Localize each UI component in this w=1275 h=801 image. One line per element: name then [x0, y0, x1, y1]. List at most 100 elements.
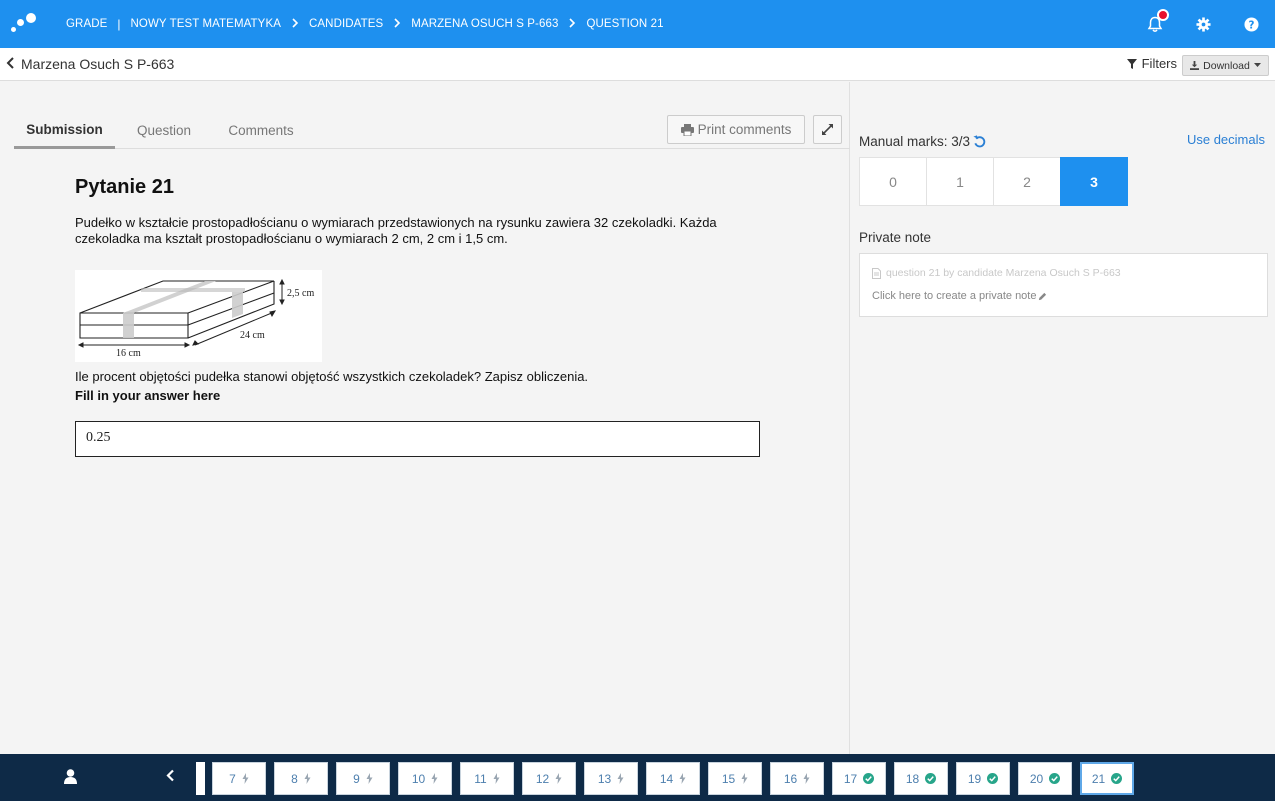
- reset-icon[interactable]: [973, 135, 986, 148]
- question-button-9[interactable]: 9: [336, 762, 390, 795]
- back-link[interactable]: Marzena Osuch S P-663: [6, 56, 174, 72]
- breadcrumb-test[interactable]: NOWY TEST MATEMATYKA: [131, 18, 281, 30]
- tab-comments[interactable]: Comments: [218, 112, 304, 149]
- check-circle-icon: [987, 773, 999, 784]
- question-button-15[interactable]: 15: [708, 762, 762, 795]
- mark-option-1[interactable]: 1: [926, 157, 994, 206]
- question-prompt: Ile procent objętości pudełka stanowi ob…: [75, 369, 589, 384]
- app-logo[interactable]: [8, 0, 48, 48]
- pencil-icon: [1039, 292, 1047, 300]
- private-note-context: question 21 by candidate Marzena Osuch S…: [872, 267, 1121, 279]
- gear-icon[interactable]: [1179, 0, 1227, 48]
- filters-label: Filters: [1141, 56, 1177, 71]
- top-icons: ?: [1131, 0, 1275, 48]
- marks-selector: 0 1 2 3: [859, 157, 1128, 206]
- breadcrumb-separator: |: [117, 17, 121, 31]
- print-comments-button[interactable]: Print comments: [667, 115, 805, 144]
- box-diagram-image: 2,5 cm 24 cm 16 cm: [75, 270, 322, 362]
- check-circle-icon: [1111, 773, 1123, 784]
- expand-button[interactable]: [813, 115, 842, 144]
- private-note-label: Private note: [859, 230, 932, 245]
- question-button-16[interactable]: 16: [770, 762, 824, 795]
- svg-text:?: ?: [1248, 19, 1254, 31]
- figure-label-height: 2,5 cm: [287, 288, 314, 299]
- mark-option-2[interactable]: 2: [993, 157, 1061, 206]
- bolt-icon: [493, 773, 500, 784]
- chevron-right-icon: [568, 17, 576, 31]
- breadcrumb-question[interactable]: QUESTION 21: [586, 18, 663, 30]
- chevron-right-icon: [393, 17, 401, 31]
- question-button-12[interactable]: 12: [522, 762, 576, 795]
- breadcrumb-grade[interactable]: GRADE: [66, 18, 107, 30]
- print-comments-label: Print comments: [697, 122, 792, 137]
- question-title: Pytanie 21: [75, 176, 174, 198]
- bolt-icon: [366, 773, 373, 784]
- bolt-icon: [679, 773, 686, 784]
- question-number: 15: [721, 771, 736, 786]
- private-note-box[interactable]: question 21 by candidate Marzena Osuch S…: [859, 253, 1268, 317]
- mark-option-0[interactable]: 0: [859, 157, 927, 206]
- filters-button[interactable]: Filters: [1126, 56, 1177, 71]
- breadcrumb-candidates[interactable]: CANDIDATES: [309, 18, 383, 30]
- bolt-icon: [555, 773, 562, 784]
- sub-header: Marzena Osuch S P-663 Filters Download: [0, 48, 1275, 81]
- chevron-left-icon: [6, 56, 15, 72]
- question-button-20[interactable]: 20: [1018, 762, 1072, 795]
- question-number: 14: [659, 771, 674, 786]
- question-button-10[interactable]: 10: [398, 762, 452, 795]
- check-circle-icon: [925, 773, 937, 784]
- question-number: 18: [905, 771, 920, 786]
- bolt-icon: [741, 773, 748, 784]
- download-button[interactable]: Download: [1182, 55, 1269, 76]
- mark-option-3[interactable]: 3: [1060, 157, 1128, 206]
- chevron-left-icon[interactable]: [166, 769, 175, 787]
- create-note-link[interactable]: Click here to create a private note: [872, 290, 1047, 302]
- question-button-8[interactable]: 8: [274, 762, 328, 795]
- check-circle-icon: [1049, 773, 1061, 784]
- tab-submission[interactable]: Submission: [14, 112, 115, 149]
- user-icon[interactable]: [64, 769, 77, 789]
- bolt-icon: [803, 773, 810, 784]
- answer-field[interactable]: 0.25: [75, 421, 760, 457]
- question-text: Pudełko w kształcie prostopadłościanu o …: [75, 215, 717, 246]
- manual-marks-text: Manual marks: 3/3: [859, 134, 971, 149]
- download-label: Download: [1203, 59, 1250, 72]
- question-number: 16: [783, 771, 798, 786]
- caret-down-icon: [1253, 63, 1261, 67]
- use-decimals-link[interactable]: Use decimals: [1187, 132, 1265, 147]
- question-button-11[interactable]: 11: [460, 762, 514, 795]
- bolt-icon: [617, 773, 624, 784]
- question-number: 13: [597, 771, 612, 786]
- question-button-18[interactable]: 18: [894, 762, 948, 795]
- figure-label-depth: 24 cm: [240, 330, 265, 341]
- help-icon[interactable]: ?: [1227, 0, 1275, 48]
- tab-question[interactable]: Question: [124, 112, 204, 149]
- create-note-text: Click here to create a private note: [872, 290, 1037, 302]
- question-navigator: 7 8 9 10 11 12 13 14 15 16 17 18 19 20 21: [0, 754, 1275, 801]
- notification-dot: [1157, 9, 1169, 21]
- question-button-14[interactable]: 14: [646, 762, 700, 795]
- bolt-icon: [431, 773, 438, 784]
- bolt-icon: [242, 773, 249, 784]
- question-number: 20: [1029, 771, 1044, 786]
- question-button-17[interactable]: 17: [832, 762, 886, 795]
- bell-icon[interactable]: [1131, 0, 1179, 48]
- document-icon: [872, 267, 881, 279]
- question-number: 19: [967, 771, 982, 786]
- bolt-icon: [304, 773, 311, 784]
- breadcrumb-candidate[interactable]: MARZENA OSUCH S P-663: [411, 18, 558, 30]
- question-button-partial[interactable]: [196, 762, 205, 795]
- download-icon: [1190, 61, 1200, 70]
- private-note-context-text: question 21 by candidate Marzena Osuch S…: [886, 267, 1121, 279]
- question-number: 7: [229, 771, 236, 786]
- marking-panel: Manual marks: 3/3 Use decimals 0 1 2 3 P…: [851, 82, 1275, 754]
- question-button-13[interactable]: 13: [584, 762, 638, 795]
- question-button-21[interactable]: 21: [1080, 762, 1134, 795]
- check-circle-icon: [863, 773, 875, 784]
- question-number: 8: [291, 771, 298, 786]
- question-number: 11: [474, 771, 487, 786]
- question-button-19[interactable]: 19: [956, 762, 1010, 795]
- submission-panel: Submission Question Comments Print comme…: [0, 82, 850, 754]
- question-button-7[interactable]: 7: [212, 762, 266, 795]
- expand-icon: [822, 124, 833, 135]
